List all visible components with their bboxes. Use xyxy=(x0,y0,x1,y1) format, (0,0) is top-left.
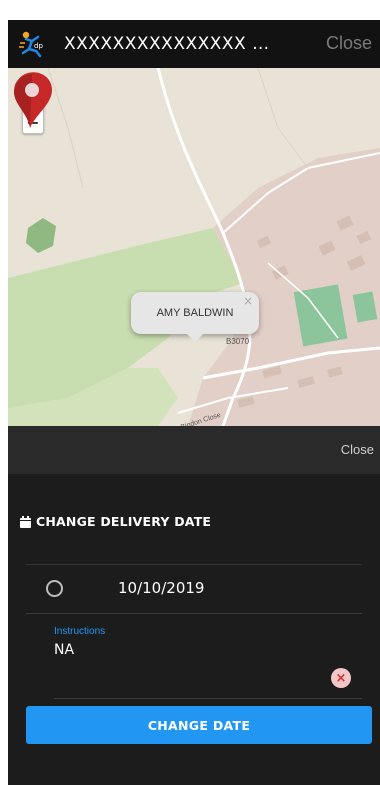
popup-customer-name: AMY BALDWIN xyxy=(156,307,234,319)
instructions-field[interactable]: NA xyxy=(54,642,74,658)
sheet-header-bar: Close xyxy=(8,426,380,474)
date-radio-button[interactable] xyxy=(46,580,63,597)
road-label: B3070 xyxy=(226,337,250,346)
header-close-button[interactable]: Close xyxy=(326,33,372,54)
map-tiles xyxy=(8,68,380,426)
section-title-text: CHANGE DELIVERY DATE xyxy=(36,514,212,529)
map-popup: AMY BALDWIN × xyxy=(131,292,259,342)
popup-tip xyxy=(187,334,203,342)
popup-close-icon[interactable]: × xyxy=(243,294,253,308)
header-title: XXXXXXXXXXXXXXX … xyxy=(64,34,270,54)
instructions-label: Instructions xyxy=(54,626,106,637)
instructions-underline xyxy=(54,698,362,699)
change-date-button[interactable]: CHANGE DATE xyxy=(26,706,372,744)
section-title: CHANGE DELIVERY DATE xyxy=(20,514,211,529)
runner-logo-icon: dp xyxy=(19,31,43,58)
change-date-sheet: CHANGE DELIVERY DATE 10/10/2019 Instruct… xyxy=(8,474,380,785)
app-screen: dp XXXXXXXXXXXXXXX … Close B3070 Bindon … xyxy=(8,20,380,785)
map-view[interactable]: + − B3070 Bindon Close AMY BALDWIN × xyxy=(8,68,380,426)
location-pin-icon[interactable] xyxy=(8,68,58,130)
svg-text:dp: dp xyxy=(34,42,43,50)
close-icon: × xyxy=(335,670,347,686)
date-value: 10/10/2019 xyxy=(118,579,205,597)
clear-instructions-button[interactable]: × xyxy=(331,668,351,688)
calendar-icon xyxy=(20,515,31,528)
sheet-close-button[interactable]: Close xyxy=(341,442,374,457)
date-option-row[interactable]: 10/10/2019 xyxy=(26,564,362,614)
header-bar: dp XXXXXXXXXXXXXXX … Close xyxy=(8,20,380,70)
